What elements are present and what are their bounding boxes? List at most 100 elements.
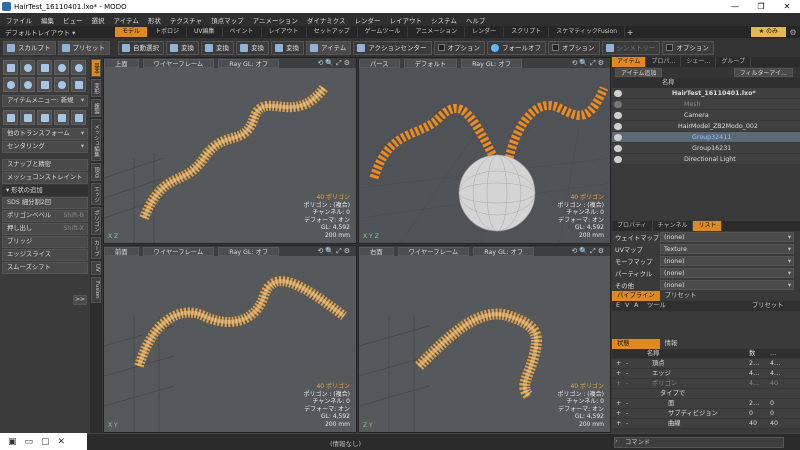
stat-row-polygon[interactable]: + - ポリゴン 4… 40: [612, 379, 800, 389]
cube-icon[interactable]: [3, 60, 18, 75]
text-icon[interactable]: [71, 77, 86, 92]
remove-button[interactable]: -: [626, 369, 628, 379]
add-tab-button[interactable]: +: [625, 28, 635, 37]
item-row[interactable]: HairTest_16110401.lxo*: [612, 88, 800, 99]
scale-tool-icon[interactable]: [37, 110, 52, 125]
tab-schematic-fusion[interactable]: スケマティックFusion: [549, 27, 626, 37]
item-row-selected[interactable]: Group32411: [612, 132, 800, 143]
stat-row-face[interactable]: + - 面 2… 0: [612, 399, 800, 409]
ray-gl-toggle[interactable]: Ray GL: オフ: [461, 58, 522, 68]
polygon-bevel-button[interactable]: ポリゴンベベル Shift-B: [2, 210, 88, 222]
menu-layout[interactable]: レイアウト: [390, 15, 423, 25]
smooth-shift-button[interactable]: スムーズシフト: [2, 262, 88, 274]
add-button[interactable]: +: [616, 379, 621, 389]
add-button[interactable]: +: [616, 399, 621, 409]
tab-paint[interactable]: ペイント: [223, 27, 262, 37]
tab-render[interactable]: レンダー: [465, 27, 505, 37]
tab-properties-short[interactable]: プロパ…: [646, 57, 682, 67]
eye-icon[interactable]: [614, 134, 622, 141]
menu-system[interactable]: システム: [431, 15, 457, 25]
uv-map-select[interactable]: Texture ▾: [660, 244, 794, 254]
app-icon[interactable]: ▣: [8, 437, 17, 447]
falloff-toggle[interactable]: フォールオフ: [487, 40, 547, 55]
add-button[interactable]: +: [616, 419, 621, 429]
maximize-button[interactable]: ❐: [748, 2, 774, 11]
tab-setup[interactable]: セットアップ: [307, 27, 358, 37]
viewport-right[interactable]: 右面 ワイヤーフレーム Ray GL: オフ ⟲🔍⤢⚙ 40 ポリゴン ポリゴン…: [358, 245, 611, 433]
menu-dynamics[interactable]: ダイナミクス: [307, 15, 346, 25]
symmetry-button[interactable]: シンメトリー: [601, 40, 661, 55]
remove-button[interactable]: -: [626, 399, 628, 409]
item-row[interactable]: Directional Light: [612, 154, 800, 165]
sphere-icon[interactable]: [20, 60, 35, 75]
extrude-button[interactable]: 押し出し Shift-X: [2, 223, 88, 235]
view-type-dropdown[interactable]: パース: [359, 58, 400, 68]
remove-button[interactable]: -: [626, 419, 628, 429]
stat-row-curve[interactable]: + - 曲線 40 40: [612, 419, 800, 429]
add-item-dropdown[interactable]: アイテム追加: [615, 68, 663, 77]
tab-pipeline[interactable]: パイプライン: [612, 291, 660, 301]
tab-list[interactable]: リスト: [693, 221, 723, 231]
ray-gl-toggle[interactable]: Ray GL: オフ: [218, 58, 280, 68]
capsule-icon[interactable]: [71, 60, 86, 75]
menu-vertex-map[interactable]: 頂点マップ: [211, 15, 244, 25]
eye-icon[interactable]: [614, 112, 622, 119]
transform-tool-icon[interactable]: [54, 110, 69, 125]
bridge-button[interactable]: ブリッジ: [2, 236, 88, 248]
menu-view[interactable]: ビュー: [63, 15, 83, 25]
eye-icon[interactable]: [614, 123, 622, 130]
shading-mode-dropdown[interactable]: ワイヤーフレーム: [142, 246, 215, 256]
eye-icon[interactable]: [614, 90, 622, 97]
remove-button[interactable]: -: [626, 359, 628, 369]
viewport-nav-icons[interactable]: ⟲🔍⤢⚙: [318, 247, 356, 256]
eye-icon[interactable]: [614, 145, 622, 152]
vtab-mesh-edit[interactable]: メッシュ編集: [91, 119, 101, 161]
sds-subdivide-button[interactable]: SDS 細分割2回: [2, 197, 88, 209]
menu-select[interactable]: 選択: [92, 15, 105, 25]
tab-game-tools[interactable]: ゲームツール: [358, 27, 409, 37]
cylinder-icon[interactable]: [37, 60, 52, 75]
centering-dropdown[interactable]: センタリング ▾: [2, 141, 88, 153]
vtab-basic[interactable]: 基本: [91, 59, 101, 77]
move-transform-button[interactable]: 変換: [166, 40, 199, 55]
rotate-tool-icon[interactable]: [20, 110, 35, 125]
tab-topology[interactable]: トポロジ: [148, 27, 188, 37]
stat-row-edge[interactable]: + - エッジ 4… 4…: [612, 369, 800, 379]
eye-icon[interactable]: [614, 156, 622, 163]
close-button[interactable]: ✕: [774, 2, 800, 11]
tab-state[interactable]: 状態: [612, 339, 660, 349]
add-button[interactable]: +: [616, 369, 621, 379]
shape-add-header[interactable]: ▾ 形状の追加: [2, 185, 88, 196]
menu-help[interactable]: ヘルプ: [466, 15, 486, 25]
action-center-button[interactable]: アクションセンター: [353, 40, 432, 55]
menu-texture[interactable]: テクスチャ: [170, 15, 202, 25]
rotate-transform-button[interactable]: 変換: [201, 40, 234, 55]
falloff-option[interactable]: オプション: [548, 40, 600, 55]
shading-mode-dropdown[interactable]: ワイヤーフレーム: [397, 246, 470, 256]
menu-item[interactable]: アイテム: [114, 15, 139, 25]
item-row[interactable]: Group16231: [612, 143, 800, 154]
other-transform-dropdown[interactable]: 他のトランスフォーム ▾: [2, 128, 88, 140]
add-button[interactable]: +: [616, 409, 621, 419]
tab-script[interactable]: スクリプト: [504, 27, 550, 37]
layout-dropdown[interactable]: デフォルトレイアウト ▾: [0, 27, 115, 37]
item-row[interactable]: Camera: [612, 110, 800, 121]
stat-row-subdivision[interactable]: + - サブディビジョン 0 0: [612, 409, 800, 419]
viewport-front[interactable]: 前面 ワイヤーフレーム Ray GL: オフ ⟲🔍⤢⚙ 40 ポリゴン ポリゴン…: [103, 245, 357, 433]
item-menu-dropdown[interactable]: アイテムメニュー: 新規 ▾: [2, 95, 88, 107]
edge-slice-button[interactable]: エッジスライス: [2, 249, 88, 261]
ray-gl-toggle[interactable]: Ray GL: オフ: [218, 246, 280, 256]
menu-geometry[interactable]: 形状: [148, 15, 161, 25]
vtab-fusion[interactable]: Fusion: [91, 277, 101, 303]
tab-properties[interactable]: プロパティ: [612, 221, 653, 231]
shading-mode-dropdown[interactable]: デフォルト: [403, 58, 458, 68]
menu-render[interactable]: レンダー: [355, 15, 381, 25]
viewport-nav-icons[interactable]: ⟲🔍⤢⚙: [572, 247, 610, 256]
item-row[interactable]: HairModel_ZB2Modo_002: [612, 121, 800, 132]
view-type-dropdown[interactable]: 右面: [359, 246, 394, 256]
vtab-deform[interactable]: 変形: [91, 79, 101, 97]
tab-uv-edit[interactable]: UV編集: [187, 27, 223, 37]
vtab-polygon[interactable]: ポリゴン: [91, 207, 101, 235]
sculpt-button[interactable]: スカルプト: [3, 40, 56, 55]
tab-items[interactable]: アイテム: [612, 57, 647, 67]
